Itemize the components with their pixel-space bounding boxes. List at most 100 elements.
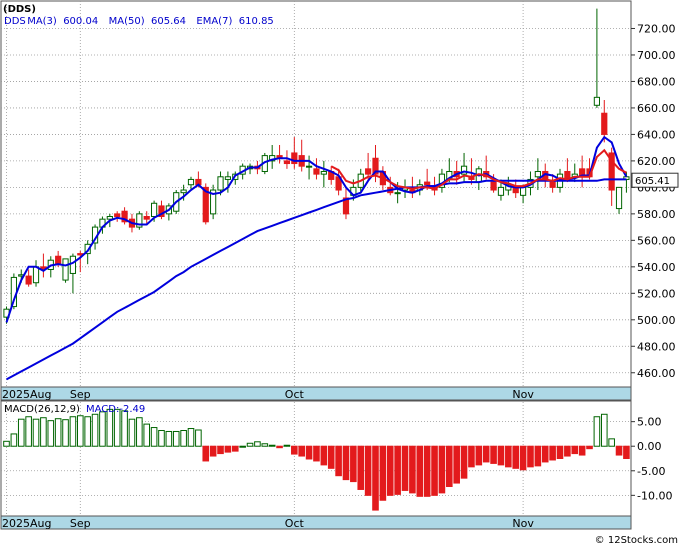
candle-body [32,266,40,284]
macd-bar [268,444,276,447]
macd-bar [143,423,151,447]
candle-body [114,213,121,218]
macd-bar [32,418,40,447]
macd-bar [600,413,608,447]
macd-x-axis-band [0,515,632,530]
macd-bar [372,445,379,511]
macd-x-tick-label: Nov [512,517,534,530]
candle-body [601,112,608,135]
price-y-tick-label: 620.00 [637,155,676,168]
price-y-tick-label: 540.00 [637,261,676,274]
macd-bar [460,445,468,479]
macd-bar [431,445,438,496]
macd-bar [91,413,99,447]
candle-body [180,189,187,194]
macd-bar [534,445,542,467]
legend-item-value: 610.85 [239,16,274,27]
candle-body [106,216,113,220]
price-y-tick-label: 480.00 [637,340,676,353]
candle-body [313,168,320,175]
macd-bar [180,429,187,447]
candle-body [224,176,232,180]
macd-bar [231,445,239,452]
macd-bar [209,445,217,457]
price-y-axis: 460.00 480.00 500.00 520.00 540.00 560.00 580.… [631,22,676,380]
macd-bar [69,416,77,447]
macd-bar [475,445,483,466]
candle-body [151,202,158,218]
price-y-tick-label: 680.00 [637,75,676,88]
price-y-tick-label: 640.00 [637,128,676,141]
candle-body [394,192,401,195]
candle-body [143,216,150,220]
legend-item-label: EMA(7) [196,16,232,27]
macd-value-label: MACD:-2.49 [86,404,145,415]
macd-bar [416,445,424,497]
macd-bar [608,438,615,447]
price-y-tick-label: 720.00 [637,22,676,35]
legend-item-label: DDS [4,16,26,27]
candle-body [615,186,623,210]
price-x-tick-label: 2025Aug [2,388,51,401]
macd-bar [438,445,446,494]
macd-bar [165,430,173,447]
macd-bar [202,445,210,462]
last-price-label: 605.41 [635,176,670,187]
candle-body [320,170,327,175]
candle-body [497,186,505,196]
macd-y-axis: 5.00 0.00 -5.00 -10.00 [631,416,672,502]
macd-bar [99,411,106,447]
price-y-tick-label: 520.00 [637,287,676,300]
macd-bar [409,445,416,494]
macd-bar [10,433,18,447]
price-panel [0,0,632,388]
macd-bar [47,420,55,447]
candle-body [520,186,527,196]
macd-bar [386,445,394,496]
price-y-tick-label: 560.00 [637,234,676,247]
price-y-tick-label: 700.00 [637,49,676,62]
macd-title: MACD(26,12,9) [4,404,80,415]
macd-bar [187,428,195,447]
candle-body [593,96,600,106]
chart-canvas: 460.00 480.00 500.00 520.00 540.00 560.00 580.… [0,0,679,546]
legend-item-value: 605.64 [151,16,186,27]
macd-bar [121,410,128,447]
macd-bar [246,442,254,447]
candle-body [283,160,291,165]
macd-bar [593,416,601,447]
macd-bar [77,415,84,447]
candle-body [305,165,313,168]
macd-bar [497,445,505,466]
macd-bar [291,445,298,455]
macd-bar [342,445,350,481]
macd-bar [17,418,25,447]
last-price-tag: 605.41 [631,172,679,188]
macd-bar [423,445,431,497]
macd-bar [150,427,158,447]
price-x-tick-label: Nov [512,388,534,401]
macd-bar [541,445,549,463]
price-y-tick-label: 500.00 [637,314,676,327]
macd-bar [564,445,571,457]
macd-bar [305,445,313,460]
macd-bar [128,418,136,447]
candle-body [365,168,372,175]
macd-bar [571,445,579,455]
macd-bar [172,430,180,447]
macd-bar [25,416,32,447]
macd-bar [195,429,202,447]
price-y-tick-label: 580.00 [637,208,676,221]
macd-x-tick-label: 2025Aug [2,517,51,530]
legend-item-label: MA(3) [27,16,57,27]
candle-body [424,181,431,186]
macd-bar [482,445,490,463]
macd-bar [298,445,305,457]
macd-bar [519,445,527,471]
macd-bar [283,444,291,447]
price-x-tick-label: Sep [70,388,91,401]
candle-body [549,181,556,188]
macd-bar [505,445,512,468]
chart-title: (DDS) [3,4,36,15]
macd-bar [350,445,357,483]
